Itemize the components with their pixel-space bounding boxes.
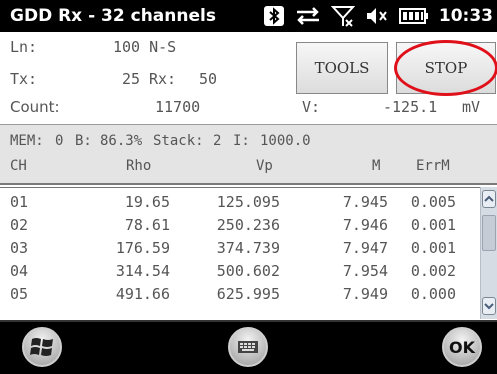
cell-errm: 0.005 [410,193,456,211]
table-row[interactable]: 04 314.54 500.602 7.954 0.002 [0,262,478,282]
voltage-value: -125.1 [383,98,438,116]
mem-label: MEM: [10,133,44,149]
stack-value: 2 [213,133,222,149]
battery-icon[interactable] [398,8,429,24]
cell-m: 7.945 [342,193,388,211]
ln-value: 100 N-S [113,38,177,56]
app-title: GDD Rx - 32 channels [10,6,216,26]
table-row[interactable]: 02 78.61 250.236 7.946 0.001 [0,216,478,236]
battery-value: 86.3% [100,133,143,149]
current-label: I: [233,133,250,149]
col-header-rho: Rho [126,158,152,174]
ok-label: OK [449,337,475,357]
col-header-vp: Vp [256,158,273,174]
cell-m: 7.946 [342,216,388,234]
cell-rho: 176.59 [115,239,170,257]
cell-rho: 491.66 [115,285,170,303]
table-row[interactable]: 05 491.66 625.995 7.949 0.000 [0,285,478,305]
table-row[interactable]: 01 19.65 125.095 7.945 0.005 [0,193,478,213]
rx-value: 50 [199,70,218,88]
cell-ch: 01 [10,193,29,211]
keyboard-icon [238,341,258,353]
cell-vp: 125.095 [216,193,280,211]
start-button[interactable] [22,327,62,367]
volume-icon[interactable] [365,5,389,27]
cell-errm: 0.000 [410,285,456,303]
keyboard-button[interactable] [228,327,268,367]
scroll-down-button[interactable] [482,297,496,315]
cell-ch: 05 [10,285,29,303]
voltage-label: V: [302,98,321,116]
divider [0,183,497,185]
current-value: 1000.0 [260,133,311,149]
vertical-scrollbar[interactable] [480,187,497,319]
windows-logo-icon [30,338,53,356]
mem-value: 0 [55,133,64,149]
chevron-up-icon [484,195,494,202]
rx-label: Rx: [149,70,177,88]
tx-value: 25 [122,70,141,88]
scroll-thumb[interactable] [482,215,496,251]
stack-label: Stack: [153,133,204,149]
status-band: MEM: 0 B: 86.3% Stack: 2 I: 1000.0 CH Rh… [0,124,497,184]
cell-vp: 374.739 [216,239,280,257]
count-value: 11700 [155,98,201,116]
tx-label: Tx: [10,70,38,88]
cell-errm: 0.002 [410,262,456,280]
ln-label: Ln: [10,38,38,56]
status-bar: GDD Rx - 32 channels 10:33 [0,0,497,32]
clock[interactable]: 10:33 [439,6,493,26]
cell-ch: 03 [10,239,29,257]
channel-list[interactable]: 01 19.65 125.095 7.945 0.005 02 78.61 25… [0,187,497,320]
table-row[interactable]: 03 176.59 374.739 7.947 0.001 [0,239,478,259]
cell-m: 7.947 [342,239,388,257]
status-icons: 10:33 [263,0,493,32]
cell-vp: 500.602 [216,262,280,280]
cell-vp: 250.236 [216,216,280,234]
stop-button[interactable]: STOP [396,42,496,94]
data-sync-icon[interactable] [295,5,321,27]
scroll-up-button[interactable] [482,190,496,208]
cell-m: 7.949 [342,285,388,303]
cell-ch: 02 [10,216,29,234]
col-header-m: M [372,158,381,174]
cell-rho: 314.54 [115,262,170,280]
acquisition-panel: Ln: 100 N-S Tx: 25 Rx: 50 Count: 11700 V… [0,32,497,124]
bluetooth-icon[interactable] [263,5,285,27]
count-label: Count: [10,98,60,116]
cell-vp: 625.995 [216,285,280,303]
taskbar: OK [0,320,497,374]
battery-label: B: [75,133,92,149]
col-header-errm: ErrM [416,158,450,174]
chevron-down-icon [484,303,494,310]
tools-button[interactable]: TOOLS [296,42,388,94]
cell-rho: 78.61 [124,216,170,234]
ok-button[interactable]: OK [442,327,482,367]
cell-m: 7.954 [342,262,388,280]
col-header-ch: CH [10,158,27,174]
cell-ch: 04 [10,262,29,280]
no-signal-icon[interactable] [330,4,355,28]
cell-rho: 19.65 [124,193,170,211]
cell-errm: 0.001 [410,239,456,257]
cell-errm: 0.001 [410,216,456,234]
voltage-unit: mV [462,98,481,116]
